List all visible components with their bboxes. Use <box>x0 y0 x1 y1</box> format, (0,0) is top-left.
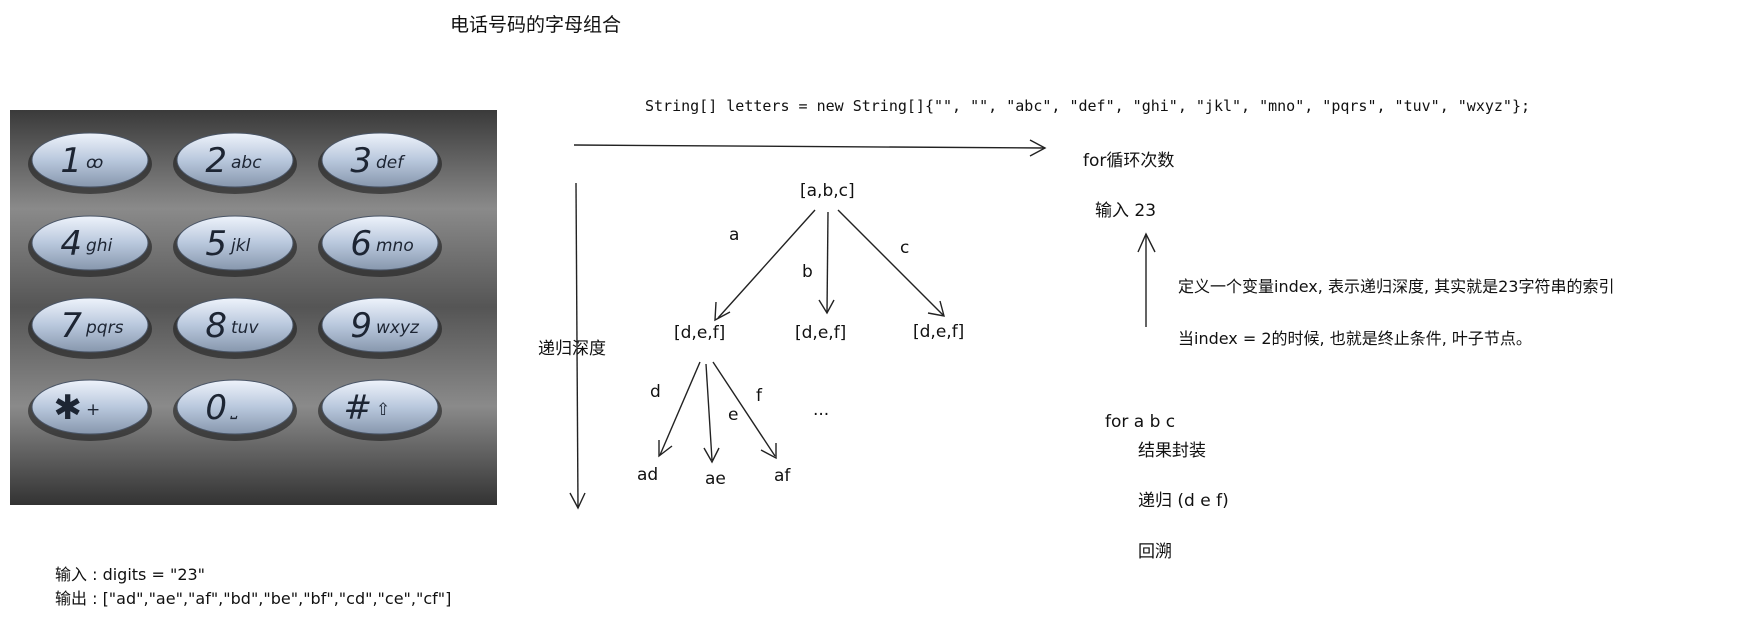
tree-ellipsis: ... <box>813 400 830 420</box>
define-index-note: 定义一个变量index, 表示递归深度, 其实就是23字符串的索引 <box>1178 277 1615 296</box>
input-23-note: 输入 23 <box>1095 201 1157 221</box>
edge-label: e <box>728 405 739 425</box>
tree-arrows <box>569 139 1156 510</box>
tree-level1-node: [d,e,f] <box>913 322 965 342</box>
edge-label: b <box>802 262 813 282</box>
example-output: 输出 : ["ad","ae","af","bd","be","bf","cd"… <box>55 589 452 608</box>
collect-result-note: 结果封装 <box>1138 441 1206 461</box>
edge-label: a <box>729 225 740 245</box>
loop-count-label: for循环次数 <box>1083 151 1175 171</box>
letters-code-line: String[] letters = new String[]{"", "", … <box>645 97 1531 115</box>
tree-level1-node: [d,e,f] <box>795 323 847 343</box>
for-abc-note: for a b c <box>1105 412 1176 432</box>
recurse-note: 递归 (d e f) <box>1138 491 1229 511</box>
backtrack-note: 回溯 <box>1138 542 1172 562</box>
example-input: 输入 : digits = "23" <box>55 565 206 584</box>
termination-note: 当index = 2的时候, 也就是终止条件, 叶子节点。 <box>1178 329 1532 348</box>
edge-label: c <box>900 238 910 258</box>
tree-leaf-node: ae <box>705 469 726 489</box>
tree-leaf-node: af <box>774 466 791 486</box>
edge-label: f <box>756 386 762 406</box>
tree-level1-node: [d,e,f] <box>674 323 726 343</box>
tree-root-node: [a,b,c] <box>800 181 855 201</box>
tree-leaf-node: ad <box>637 465 659 485</box>
edge-label: d <box>650 382 661 402</box>
recursion-depth-label: 递归深度 <box>538 339 606 359</box>
